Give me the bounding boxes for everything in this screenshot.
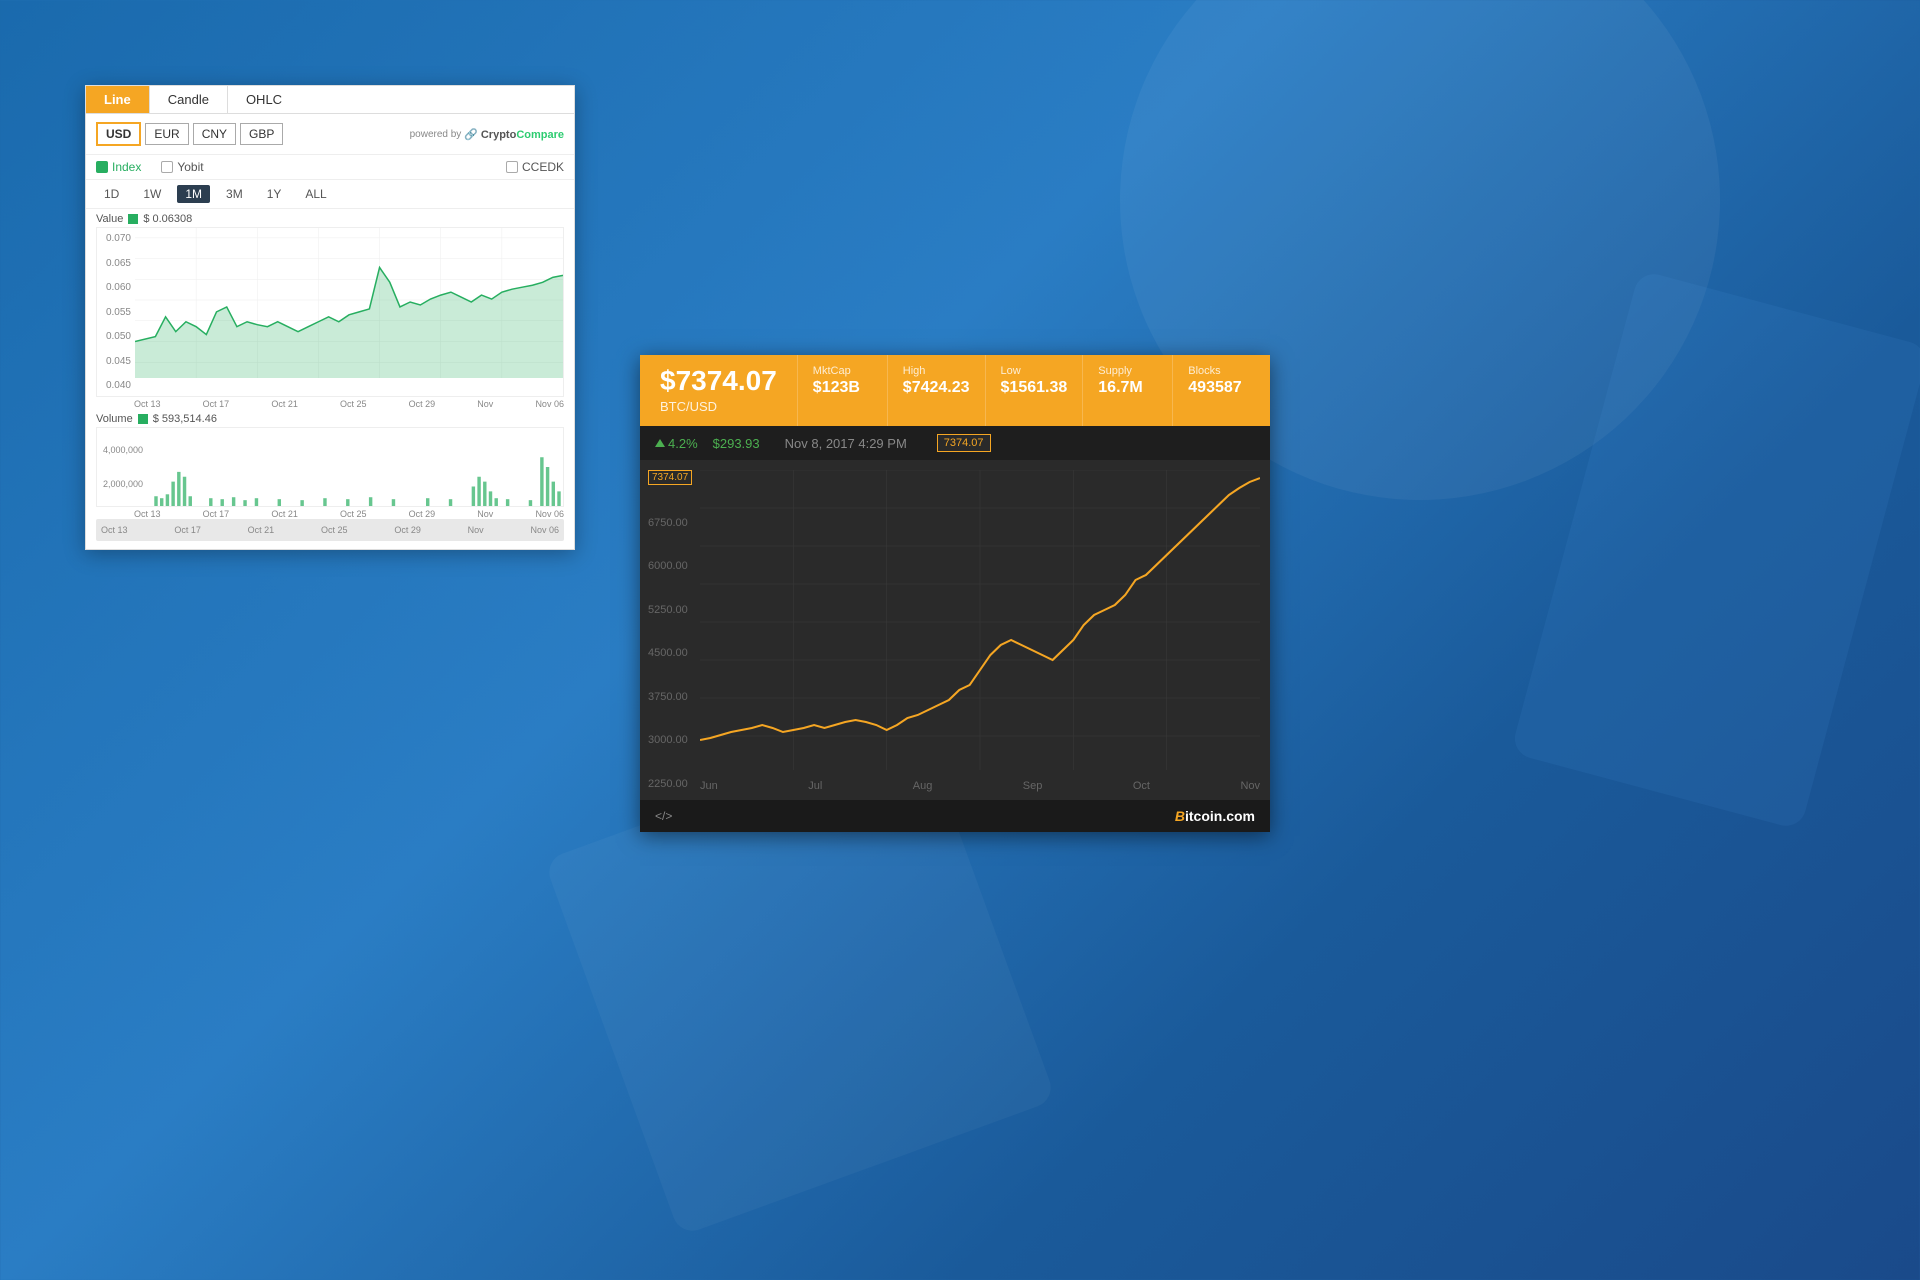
blocks-label: Blocks xyxy=(1188,365,1248,377)
y-axis-labels: 0.070 0.065 0.060 0.055 0.050 0.045 0.04… xyxy=(97,228,135,396)
current-price-tag: 7374.07 xyxy=(937,434,991,452)
volume-label: Volume $ 593,514.46 xyxy=(96,409,564,427)
volume-chart-section: Volume $ 593,514.46 4,000,000 2,000,000 xyxy=(86,409,574,519)
index-label: Index xyxy=(112,160,141,174)
chart-svg-area xyxy=(135,228,563,378)
tab-line[interactable]: Line xyxy=(86,86,149,113)
header-stats: MktCap $123B High $7424.23 Low $1561.38 … xyxy=(798,355,1270,426)
tab-ohlc[interactable]: OHLC xyxy=(227,86,300,113)
exchange-ccedk[interactable]: CCEDK xyxy=(506,160,564,174)
embed-button[interactable]: </> xyxy=(655,809,672,823)
bitcoin-b: B xyxy=(1175,808,1185,824)
value-color-indicator xyxy=(128,214,138,224)
high-value: $7424.23 xyxy=(903,379,970,397)
bitcoin-logo: Bitcoin.com xyxy=(1175,808,1255,824)
low-value: $1561.38 xyxy=(1001,379,1068,397)
ccedk-checkbox xyxy=(506,161,518,173)
currency-cny[interactable]: CNY xyxy=(193,123,236,145)
currency-selector: USD EUR CNY GBP powered by 🔗 CryptoCompa… xyxy=(86,114,574,155)
yobit-label: Yobit xyxy=(177,160,203,174)
timerange-1d[interactable]: 1D xyxy=(96,185,127,203)
blocks-value: 493587 xyxy=(1188,379,1248,397)
volume-x-labels: Oct 13 Oct 17 Oct 21 Oct 25 Oct 29 Nov N… xyxy=(96,507,564,519)
supply-label: Supply xyxy=(1098,365,1157,377)
chart-navigator[interactable]: Oct 13 Oct 17 Oct 21 Oct 25 Oct 29 Nov N… xyxy=(96,519,564,541)
mktcap-value: $123B xyxy=(813,379,872,397)
bitcoin-price-widget: $7374.07 BTC/USD MktCap $123B High $7424… xyxy=(640,355,1270,832)
high-label: High xyxy=(903,365,970,377)
tab-candle[interactable]: Candle xyxy=(149,86,227,113)
ccedk-label: CCEDK xyxy=(522,160,564,174)
currency-gbp[interactable]: GBP xyxy=(240,123,283,145)
mktcap-label: MktCap xyxy=(813,365,872,377)
supply-value: 16.7M xyxy=(1098,379,1157,397)
change-pct: 4.2% xyxy=(668,436,698,451)
stat-high: High $7424.23 xyxy=(888,355,986,426)
btc-price-chart: 7374.07 6750.00 6000.00 5250.00 4500.00 … xyxy=(640,460,1270,800)
low-label: Low xyxy=(1001,365,1068,377)
exchange-index[interactable]: Index xyxy=(96,160,141,174)
stat-mktcap: MktCap $123B xyxy=(798,355,888,426)
x-axis-labels: Oct 13 Oct 17 Oct 21 Oct 25 Oct 29 Nov N… xyxy=(96,397,564,409)
stat-low: Low $1561.38 xyxy=(986,355,1084,426)
price-timestamp: Nov 8, 2017 4:29 PM xyxy=(785,436,907,451)
timerange-1w[interactable]: 1W xyxy=(135,185,169,203)
volume-color-indicator xyxy=(138,414,148,424)
timerange-selector: 1D 1W 1M 3M 1Y ALL xyxy=(86,180,574,209)
stat-supply: Supply 16.7M xyxy=(1083,355,1173,426)
timerange-all[interactable]: ALL xyxy=(297,185,334,203)
value-label: Value $ 0.06308 xyxy=(96,209,564,227)
currency-eur[interactable]: EUR xyxy=(145,123,188,145)
btc-price-block: $7374.07 BTC/USD xyxy=(640,355,798,426)
timerange-1m[interactable]: 1M xyxy=(177,185,210,203)
yobit-checkbox xyxy=(161,161,173,173)
main-chart: 0.070 0.065 0.060 0.055 0.050 0.045 0.04… xyxy=(96,227,564,397)
cryptocompare-logo: 🔗 CryptoCompare xyxy=(464,128,564,141)
up-arrow-icon xyxy=(655,439,665,447)
timerange-3m[interactable]: 3M xyxy=(218,185,251,203)
timerange-1y[interactable]: 1Y xyxy=(259,185,290,203)
change-amount: $293.93 xyxy=(713,436,760,451)
currency-usd[interactable]: USD xyxy=(96,122,141,146)
powered-by: powered by 🔗 CryptoCompare xyxy=(410,128,564,141)
bitcoin-rest: itcoin.com xyxy=(1185,808,1255,824)
widget2-header: $7374.07 BTC/USD MktCap $123B High $7424… xyxy=(640,355,1270,426)
chart2-y-axis: 7374.07 6750.00 6000.00 5250.00 4500.00 … xyxy=(648,460,692,800)
volume-chart: 4,000,000 2,000,000 xyxy=(96,427,564,507)
price-change: 4.2% xyxy=(655,436,698,451)
cryptocompare-widget: Line Candle OHLC USD EUR CNY GBP powered… xyxy=(85,85,575,550)
exchange-yobit[interactable]: Yobit xyxy=(161,160,203,174)
volume-y-labels: 4,000,000 2,000,000 xyxy=(97,428,147,506)
index-checkbox xyxy=(96,161,108,173)
widget2-footer: </> Bitcoin.com xyxy=(640,800,1270,832)
stat-blocks: Blocks 493587 xyxy=(1173,355,1263,426)
exchange-selector: Index Yobit CCEDK xyxy=(86,155,574,180)
main-chart-section: Value $ 0.06308 0.070 0.065 0.060 0.055 … xyxy=(86,209,574,409)
widget2-subheader: 4.2% $293.93 Nov 8, 2017 4:29 PM 7374.07 xyxy=(640,426,1270,460)
btc-price: $7374.07 xyxy=(660,367,777,395)
chart-type-tabs: Line Candle OHLC xyxy=(86,86,574,114)
chart2-x-axis: Jun Jul Aug Sep Oct Nov xyxy=(700,780,1260,792)
btc-pair: BTC/USD xyxy=(660,399,777,414)
